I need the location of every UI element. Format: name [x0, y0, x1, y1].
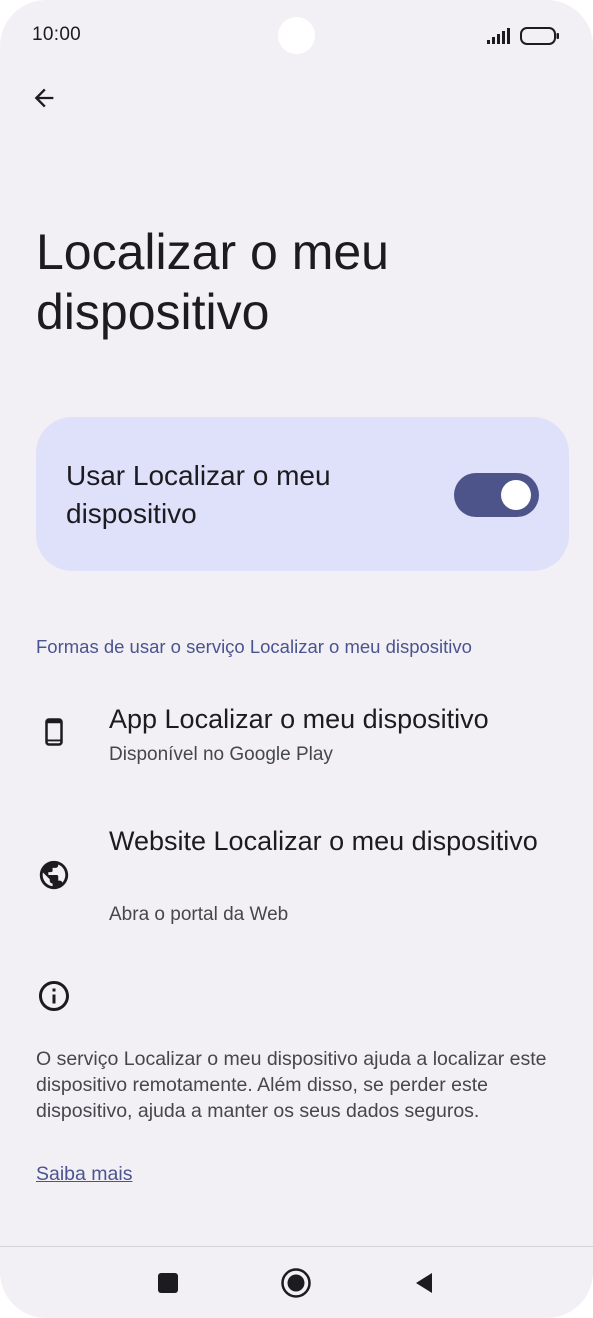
- recents-button[interactable]: [150, 1265, 186, 1301]
- back-button[interactable]: [22, 76, 66, 120]
- list-item-subtitle: Disponível no Google Play: [109, 744, 333, 765]
- switch-thumb: [501, 480, 531, 510]
- toggle-label: Usar Localizar o meu dispositivo: [66, 460, 331, 529]
- learn-more-link[interactable]: Saiba mais: [36, 1163, 132, 1186]
- list-item-subtitle: Abra o portal da Web: [109, 904, 289, 925]
- globe-icon: [36, 857, 72, 893]
- status-time: 10:00: [32, 24, 82, 45]
- phone-screen: 10:00 Localizar o meu dispositivo Usar L…: [0, 0, 593, 1318]
- back-triangle-icon: [416, 1273, 432, 1293]
- info-icon: [39, 981, 69, 1011]
- list-item-app[interactable]: App Localizar o meu dispositivo Disponív…: [0, 698, 593, 778]
- home-button[interactable]: [278, 1265, 314, 1301]
- find-my-device-switch[interactable]: [454, 473, 539, 517]
- navigation-bar: [0, 1247, 593, 1318]
- info-description: O serviço Localizar o meu dispositivo aj…: [36, 1048, 547, 1122]
- nav-back-button[interactable]: [406, 1265, 442, 1301]
- battery-icon: [520, 27, 559, 45]
- home-circle-icon: [281, 1268, 311, 1298]
- signal-icon: [487, 28, 510, 44]
- use-find-my-device-toggle-card[interactable]: Usar Localizar o meu dispositivo: [36, 417, 569, 571]
- camera-cutout: [278, 17, 315, 54]
- section-header: Formas de usar o serviço Localizar o meu…: [36, 636, 472, 657]
- phone-device-icon: [36, 714, 72, 750]
- status-bar: 10:00: [0, 0, 593, 72]
- recents-square-icon: [158, 1273, 178, 1293]
- page-title: Localizar o meu dispositivo: [36, 224, 389, 340]
- list-item-title: App Localizar o meu dispositivo: [109, 704, 489, 734]
- list-item-website[interactable]: Website Localizar o meu dispositivo Abra…: [0, 820, 593, 930]
- arrow-back-icon: [34, 88, 54, 108]
- list-item-title: Website Localizar o meu dispositivo: [109, 826, 538, 856]
